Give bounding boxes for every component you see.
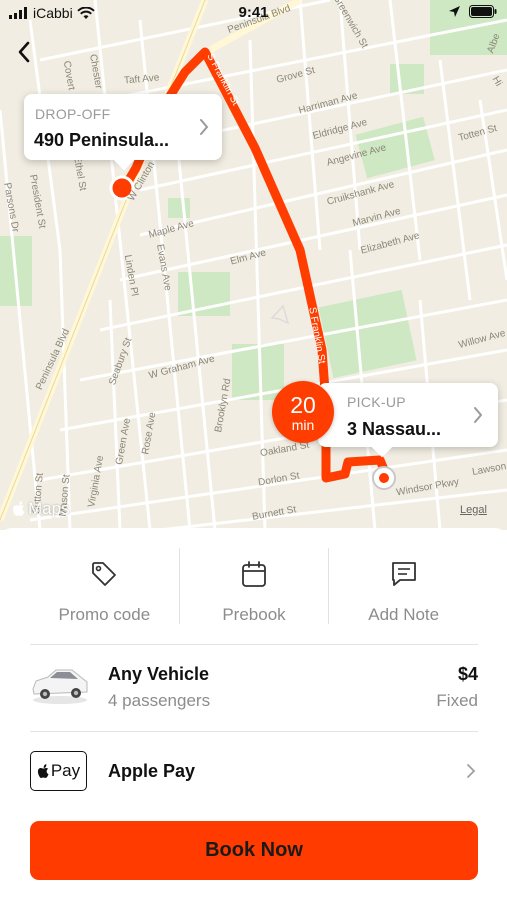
calendar-icon — [241, 558, 267, 588]
apple-logo-icon — [37, 763, 49, 778]
vehicle-selector[interactable]: Any Vehicle 4 passengers $4 Fixed — [30, 650, 478, 730]
divider — [30, 644, 478, 645]
pay-badge-text: Pay — [50, 761, 81, 780]
eta-badge: 20 min — [272, 381, 334, 443]
vehicle-price: $4 — [457, 664, 478, 684]
vehicle-name: Any Vehicle — [108, 664, 210, 684]
divider — [30, 731, 478, 732]
note-icon — [390, 558, 418, 588]
dropoff-kicker: DROP-OFF — [35, 106, 111, 122]
add-note-label: Add Note — [368, 605, 440, 624]
add-note-button[interactable]: Add Note — [329, 548, 478, 628]
book-now-button[interactable]: Book Now — [30, 821, 478, 880]
apple-logo-icon — [13, 501, 25, 516]
pickup-address: 3 Nassau... — [347, 419, 442, 439]
legal-link[interactable]: Legal — [460, 504, 487, 516]
prebook-label: Prebook — [222, 605, 286, 624]
chevron-right-icon — [467, 764, 476, 778]
payment-method-selector[interactable]: Pay Apple Pay — [30, 740, 478, 804]
dropoff-address: 490 Peninsula... — [34, 130, 170, 150]
prebook-button[interactable]: Prebook — [180, 548, 329, 628]
status-icons — [448, 5, 497, 18]
promo-code-label: Promo code — [58, 605, 151, 624]
maps-label: Maps — [28, 499, 70, 518]
pickup-callout[interactable]: PICK-UP 3 Nassau... — [318, 383, 498, 458]
payment-label: Apple Pay — [108, 761, 196, 781]
price-type: Fixed — [436, 691, 478, 710]
eta-value: 20 — [290, 392, 316, 418]
back-button[interactable] — [8, 36, 40, 68]
eta-unit: min — [291, 417, 315, 433]
dropoff-callout[interactable]: DROP-OFF 490 Peninsula... — [24, 94, 222, 171]
apple-pay-badge: Pay — [30, 751, 87, 791]
clock: 9:41 — [238, 4, 269, 21]
map-canvas — [0, 0, 507, 530]
chevron-right-icon — [200, 119, 209, 135]
status-bar: iCabbi 9:41 — [0, 0, 507, 26]
car-icon — [32, 669, 88, 704]
battery-icon — [469, 5, 497, 18]
chevron-left-icon — [18, 41, 30, 63]
pickup-kicker: PICK-UP — [347, 394, 406, 410]
maps-attribution: Maps — [12, 499, 70, 519]
options-row: Promo code Prebook Add Note — [30, 548, 478, 628]
vehicle-passengers: 4 passengers — [108, 691, 211, 710]
tag-icon — [90, 558, 118, 588]
booking-sheet: Promo code Prebook Add Note Any Vehicle … — [0, 528, 507, 900]
chevron-right-icon — [474, 407, 483, 423]
map-view[interactable]: Peninsula Blvd Greenwich St S Franklin S… — [0, 0, 507, 530]
promo-code-button[interactable]: Promo code — [30, 548, 179, 628]
location-arrow-icon — [449, 6, 460, 17]
